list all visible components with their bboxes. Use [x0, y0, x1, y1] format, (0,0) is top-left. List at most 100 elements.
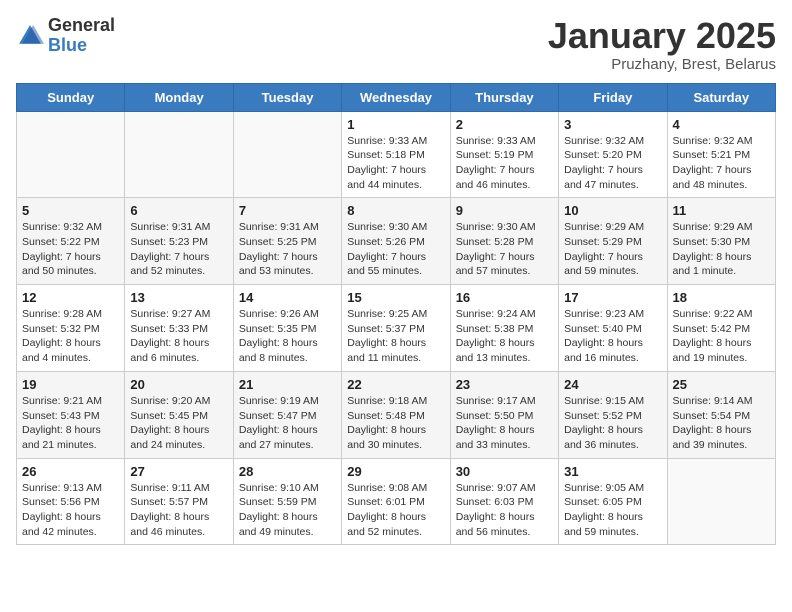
day-of-week-header: Sunday	[17, 83, 125, 111]
calendar-day-cell	[17, 111, 125, 198]
day-number: 19	[22, 377, 119, 392]
day-number: 6	[130, 203, 227, 218]
calendar-day-cell: 26 Sunrise: 9:13 AM Sunset: 5:56 PM Dayli…	[17, 458, 125, 545]
day-number: 9	[456, 203, 553, 218]
calendar-day-cell: 20 Sunrise: 9:20 AM Sunset: 5:45 PM Dayli…	[125, 371, 233, 458]
calendar-day-cell: 8 Sunrise: 9:30 AM Sunset: 5:26 PM Daylig…	[342, 198, 450, 285]
calendar-day-cell: 3Sunrise: 9:32 AM Sunset: 5:20 PM Daylig…	[559, 111, 667, 198]
day-info: Sunrise: 9:17 AM Sunset: 5:50 PM Dayligh…	[456, 394, 553, 453]
calendar-day-cell: 15 Sunrise: 9:25 AM Sunset: 5:37 PM Dayli…	[342, 285, 450, 372]
day-number: 12	[22, 290, 119, 305]
day-info: Sunrise: 9:21 AM Sunset: 5:43 PM Dayligh…	[22, 394, 119, 453]
calendar-week-row: 12 Sunrise: 9:28 AM Sunset: 5:32 PM Dayli…	[17, 285, 776, 372]
day-info: Sunrise: 9:31 AM Sunset: 5:25 PM Dayligh…	[239, 220, 336, 279]
calendar-day-cell: 5 Sunrise: 9:32 AM Sunset: 5:22 PM Daylig…	[17, 198, 125, 285]
calendar-day-cell: 2 Sunrise: 9:33 AM Sunset: 5:19 PM Daylig…	[450, 111, 558, 198]
day-number: 28	[239, 464, 336, 479]
calendar-day-cell: 7 Sunrise: 9:31 AM Sunset: 5:25 PM Daylig…	[233, 198, 341, 285]
day-info: Sunrise: 9:29 AM Sunset: 5:30 PM Dayligh…	[673, 220, 770, 279]
day-number: 5	[22, 203, 119, 218]
calendar-subtitle: Pruzhany, Brest, Belarus	[548, 56, 776, 73]
day-of-week-header: Friday	[559, 83, 667, 111]
calendar-day-cell: 21Sunrise: 9:19 AM Sunset: 5:47 PM Dayli…	[233, 371, 341, 458]
day-of-week-header: Wednesday	[342, 83, 450, 111]
day-header-row: SundayMondayTuesdayWednesdayThursdayFrid…	[17, 83, 776, 111]
day-info: Sunrise: 9:31 AM Sunset: 5:23 PM Dayligh…	[130, 220, 227, 279]
calendar-day-cell: 6 Sunrise: 9:31 AM Sunset: 5:23 PM Daylig…	[125, 198, 233, 285]
calendar-day-cell: 30 Sunrise: 9:07 AM Sunset: 6:03 PM Dayli…	[450, 458, 558, 545]
calendar-day-cell: 22Sunrise: 9:18 AM Sunset: 5:48 PM Dayli…	[342, 371, 450, 458]
calendar-week-row: 26 Sunrise: 9:13 AM Sunset: 5:56 PM Dayli…	[17, 458, 776, 545]
day-number: 20	[130, 377, 227, 392]
day-number: 13	[130, 290, 227, 305]
calendar-day-cell	[667, 458, 775, 545]
day-number: 25	[673, 377, 770, 392]
day-number: 23	[456, 377, 553, 392]
day-number: 2	[456, 117, 553, 132]
calendar-day-cell: 23 Sunrise: 9:17 AM Sunset: 5:50 PM Dayli…	[450, 371, 558, 458]
calendar-week-row: 5 Sunrise: 9:32 AM Sunset: 5:22 PM Daylig…	[17, 198, 776, 285]
day-info: Sunrise: 9:19 AM Sunset: 5:47 PM Dayligh…	[239, 394, 336, 453]
day-info: Sunrise: 9:13 AM Sunset: 5:56 PM Dayligh…	[22, 481, 119, 540]
day-number: 22	[347, 377, 444, 392]
calendar-day-cell: 9 Sunrise: 9:30 AM Sunset: 5:28 PM Daylig…	[450, 198, 558, 285]
day-number: 27	[130, 464, 227, 479]
calendar-day-cell: 25 Sunrise: 9:14 AM Sunset: 5:54 PM Dayli…	[667, 371, 775, 458]
calendar-day-cell: 16 Sunrise: 9:24 AM Sunset: 5:38 PM Dayli…	[450, 285, 558, 372]
day-number: 10	[564, 203, 661, 218]
day-number: 29	[347, 464, 444, 479]
day-info: Sunrise: 9:29 AM Sunset: 5:29 PM Dayligh…	[564, 220, 661, 279]
calendar-week-row: 1 Sunrise: 9:33 AM Sunset: 5:18 PM Daylig…	[17, 111, 776, 198]
day-of-week-header: Tuesday	[233, 83, 341, 111]
day-info: Sunrise: 9:27 AM Sunset: 5:33 PM Dayligh…	[130, 307, 227, 366]
day-info: Sunrise: 9:23 AM Sunset: 5:40 PM Dayligh…	[564, 307, 661, 366]
title-block: January 2025 Pruzhany, Brest, Belarus	[548, 16, 776, 73]
calendar-week-row: 19 Sunrise: 9:21 AM Sunset: 5:43 PM Dayli…	[17, 371, 776, 458]
day-info: Sunrise: 9:33 AM Sunset: 5:19 PM Dayligh…	[456, 134, 553, 193]
day-of-week-header: Thursday	[450, 83, 558, 111]
day-number: 26	[22, 464, 119, 479]
day-number: 8	[347, 203, 444, 218]
day-number: 30	[456, 464, 553, 479]
day-info: Sunrise: 9:11 AM Sunset: 5:57 PM Dayligh…	[130, 481, 227, 540]
day-info: Sunrise: 9:33 AM Sunset: 5:18 PM Dayligh…	[347, 134, 444, 193]
day-number: 1	[347, 117, 444, 132]
calendar-day-cell: 12 Sunrise: 9:28 AM Sunset: 5:32 PM Dayli…	[17, 285, 125, 372]
logo-line1: General	[48, 16, 115, 36]
calendar-day-cell	[125, 111, 233, 198]
calendar-day-cell: 31 Sunrise: 9:05 AM Sunset: 6:05 PM Dayli…	[559, 458, 667, 545]
day-number: 7	[239, 203, 336, 218]
day-number: 18	[673, 290, 770, 305]
day-info: Sunrise: 9:30 AM Sunset: 5:26 PM Dayligh…	[347, 220, 444, 279]
logo-line2: Blue	[48, 36, 115, 56]
day-number: 31	[564, 464, 661, 479]
day-info: Sunrise: 9:10 AM Sunset: 5:59 PM Dayligh…	[239, 481, 336, 540]
day-info: Sunrise: 9:24 AM Sunset: 5:38 PM Dayligh…	[456, 307, 553, 366]
day-info: Sunrise: 9:07 AM Sunset: 6:03 PM Dayligh…	[456, 481, 553, 540]
day-info: Sunrise: 9:20 AM Sunset: 5:45 PM Dayligh…	[130, 394, 227, 453]
day-of-week-header: Monday	[125, 83, 233, 111]
day-info: Sunrise: 9:05 AM Sunset: 6:05 PM Dayligh…	[564, 481, 661, 540]
day-number: 15	[347, 290, 444, 305]
logo: General Blue	[16, 16, 115, 56]
calendar-day-cell: 29Sunrise: 9:08 AM Sunset: 6:01 PM Dayli…	[342, 458, 450, 545]
day-info: Sunrise: 9:28 AM Sunset: 5:32 PM Dayligh…	[22, 307, 119, 366]
day-number: 14	[239, 290, 336, 305]
calendar-day-cell: 13 Sunrise: 9:27 AM Sunset: 5:33 PM Dayli…	[125, 285, 233, 372]
calendar-day-cell: 28 Sunrise: 9:10 AM Sunset: 5:59 PM Dayli…	[233, 458, 341, 545]
logo-text: General Blue	[48, 16, 115, 56]
day-of-week-header: Saturday	[667, 83, 775, 111]
day-info: Sunrise: 9:32 AM Sunset: 5:21 PM Dayligh…	[673, 134, 770, 193]
calendar-day-cell: 10 Sunrise: 9:29 AM Sunset: 5:29 PM Dayli…	[559, 198, 667, 285]
day-info: Sunrise: 9:15 AM Sunset: 5:52 PM Dayligh…	[564, 394, 661, 453]
day-info: Sunrise: 9:25 AM Sunset: 5:37 PM Dayligh…	[347, 307, 444, 366]
calendar-day-cell: 1 Sunrise: 9:33 AM Sunset: 5:18 PM Daylig…	[342, 111, 450, 198]
calendar-day-cell: 11Sunrise: 9:29 AM Sunset: 5:30 PM Dayli…	[667, 198, 775, 285]
page-header: General Blue January 2025 Pruzhany, Bres…	[16, 16, 776, 73]
day-info: Sunrise: 9:30 AM Sunset: 5:28 PM Dayligh…	[456, 220, 553, 279]
calendar-title: January 2025	[548, 16, 776, 56]
calendar-day-cell: 4Sunrise: 9:32 AM Sunset: 5:21 PM Daylig…	[667, 111, 775, 198]
day-number: 16	[456, 290, 553, 305]
day-info: Sunrise: 9:32 AM Sunset: 5:22 PM Dayligh…	[22, 220, 119, 279]
day-info: Sunrise: 9:14 AM Sunset: 5:54 PM Dayligh…	[673, 394, 770, 453]
